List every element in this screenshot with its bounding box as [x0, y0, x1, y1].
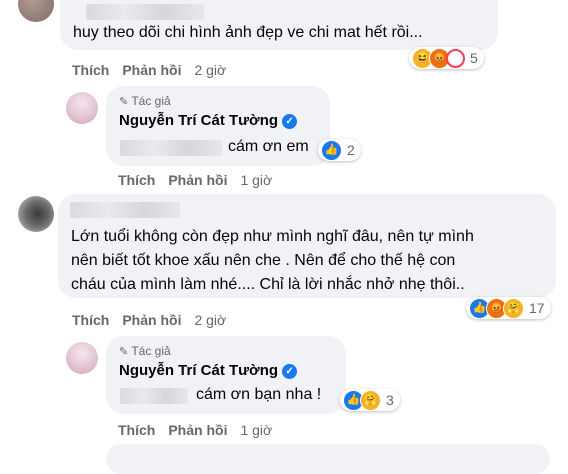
author-badge: ✎ Tác giả	[119, 94, 171, 108]
comment-bubble: huy theo dõi chi hình ảnh đẹp ve chi mat…	[60, 0, 498, 50]
like-link[interactable]: Thích	[118, 422, 155, 438]
verified-icon: ✓	[282, 114, 298, 129]
comment-text-line-3: cháu của mình làm nhé.... Chỉ là lời nhắ…	[71, 276, 465, 293]
pencil-icon: ✎	[119, 96, 129, 108]
reply-actions: Thích Phản hồi 1 giờ	[118, 172, 272, 188]
reaction-count: 17	[529, 300, 545, 316]
author-name[interactable]: Nguyễn Trí Cát Tường ✓	[119, 112, 298, 129]
care-icon: 🤗	[503, 297, 524, 319]
blurred-name	[70, 202, 180, 218]
author-name[interactable]: Nguyễn Trí Cát Tường ✓	[119, 362, 298, 379]
reply-link[interactable]: Phản hồi	[168, 422, 227, 438]
timestamp[interactable]: 2 giờ	[194, 62, 226, 78]
blurred-mention	[120, 388, 188, 404]
timestamp[interactable]: 2 giờ	[194, 312, 226, 328]
care-icon: 🤗	[360, 389, 381, 411]
blurred-mention	[120, 140, 222, 156]
reaction-count: 3	[386, 392, 394, 408]
reply-bubble: ✎ Tác giả Nguyễn Trí Cát Tường ✓ cám ơn b…	[106, 336, 346, 414]
like-link[interactable]: Thích	[72, 62, 109, 78]
reaction-summary[interactable]: 👍 2	[318, 139, 361, 161]
comment-actions: Thích Phản hồi 2 giờ	[72, 312, 226, 328]
reply-link[interactable]: Phản hồi	[122, 312, 181, 328]
reply-text: cám ơn em	[228, 138, 309, 155]
comment-text: huy theo dõi chi hình ảnh đẹp ve chi mat…	[73, 24, 423, 41]
like-link[interactable]: Thích	[118, 172, 155, 188]
comment-actions: Thích Phản hồi 2 giờ	[72, 62, 226, 78]
timestamp[interactable]: 1 giờ	[240, 172, 272, 188]
commenter-avatar[interactable]	[18, 0, 54, 22]
reply-bubble: ✎ Tác giả Nguyễn Trí Cát Tường ✓ cám ơn e…	[106, 86, 330, 166]
reply-text: cám ơn bạn nha !	[196, 386, 322, 403]
commenter-avatar[interactable]	[18, 196, 54, 232]
reaction-count: 5	[470, 50, 478, 66]
author-avatar[interactable]	[66, 92, 98, 124]
pencil-icon: ✎	[119, 346, 129, 358]
like-link[interactable]: Thích	[72, 312, 109, 328]
author-badge: ✎ Tác giả	[119, 344, 171, 358]
comment-text-line-2: nên biết tốt khoe xấu nên che . Nên để c…	[71, 252, 456, 269]
verified-icon: ✓	[282, 364, 298, 379]
reply-link[interactable]: Phản hồi	[168, 172, 227, 188]
reaction-summary[interactable]: 👍 🤗 3	[340, 389, 400, 411]
comment-text-line-1: Lớn tuổi không còn đẹp như mình nghĩ đâu…	[71, 228, 474, 245]
reply-link[interactable]: Phản hồi	[122, 62, 181, 78]
like-icon: 👍	[321, 139, 342, 161]
author-avatar[interactable]	[66, 342, 98, 374]
reaction-summary[interactable]: 👍 😡 🤗 17	[466, 297, 551, 319]
reply-actions: Thích Phản hồi 1 giờ	[118, 422, 272, 438]
timestamp[interactable]: 1 giờ	[240, 422, 272, 438]
reaction-count: 2	[347, 142, 355, 158]
comment-bubble: Lớn tuổi không còn đẹp như mình nghĩ đâu…	[58, 194, 556, 298]
love-icon	[446, 48, 465, 68]
blurred-name	[86, 4, 204, 20]
reaction-summary[interactable]: 😆 😡 5	[409, 47, 484, 69]
comment-bubble-partial	[106, 444, 550, 474]
